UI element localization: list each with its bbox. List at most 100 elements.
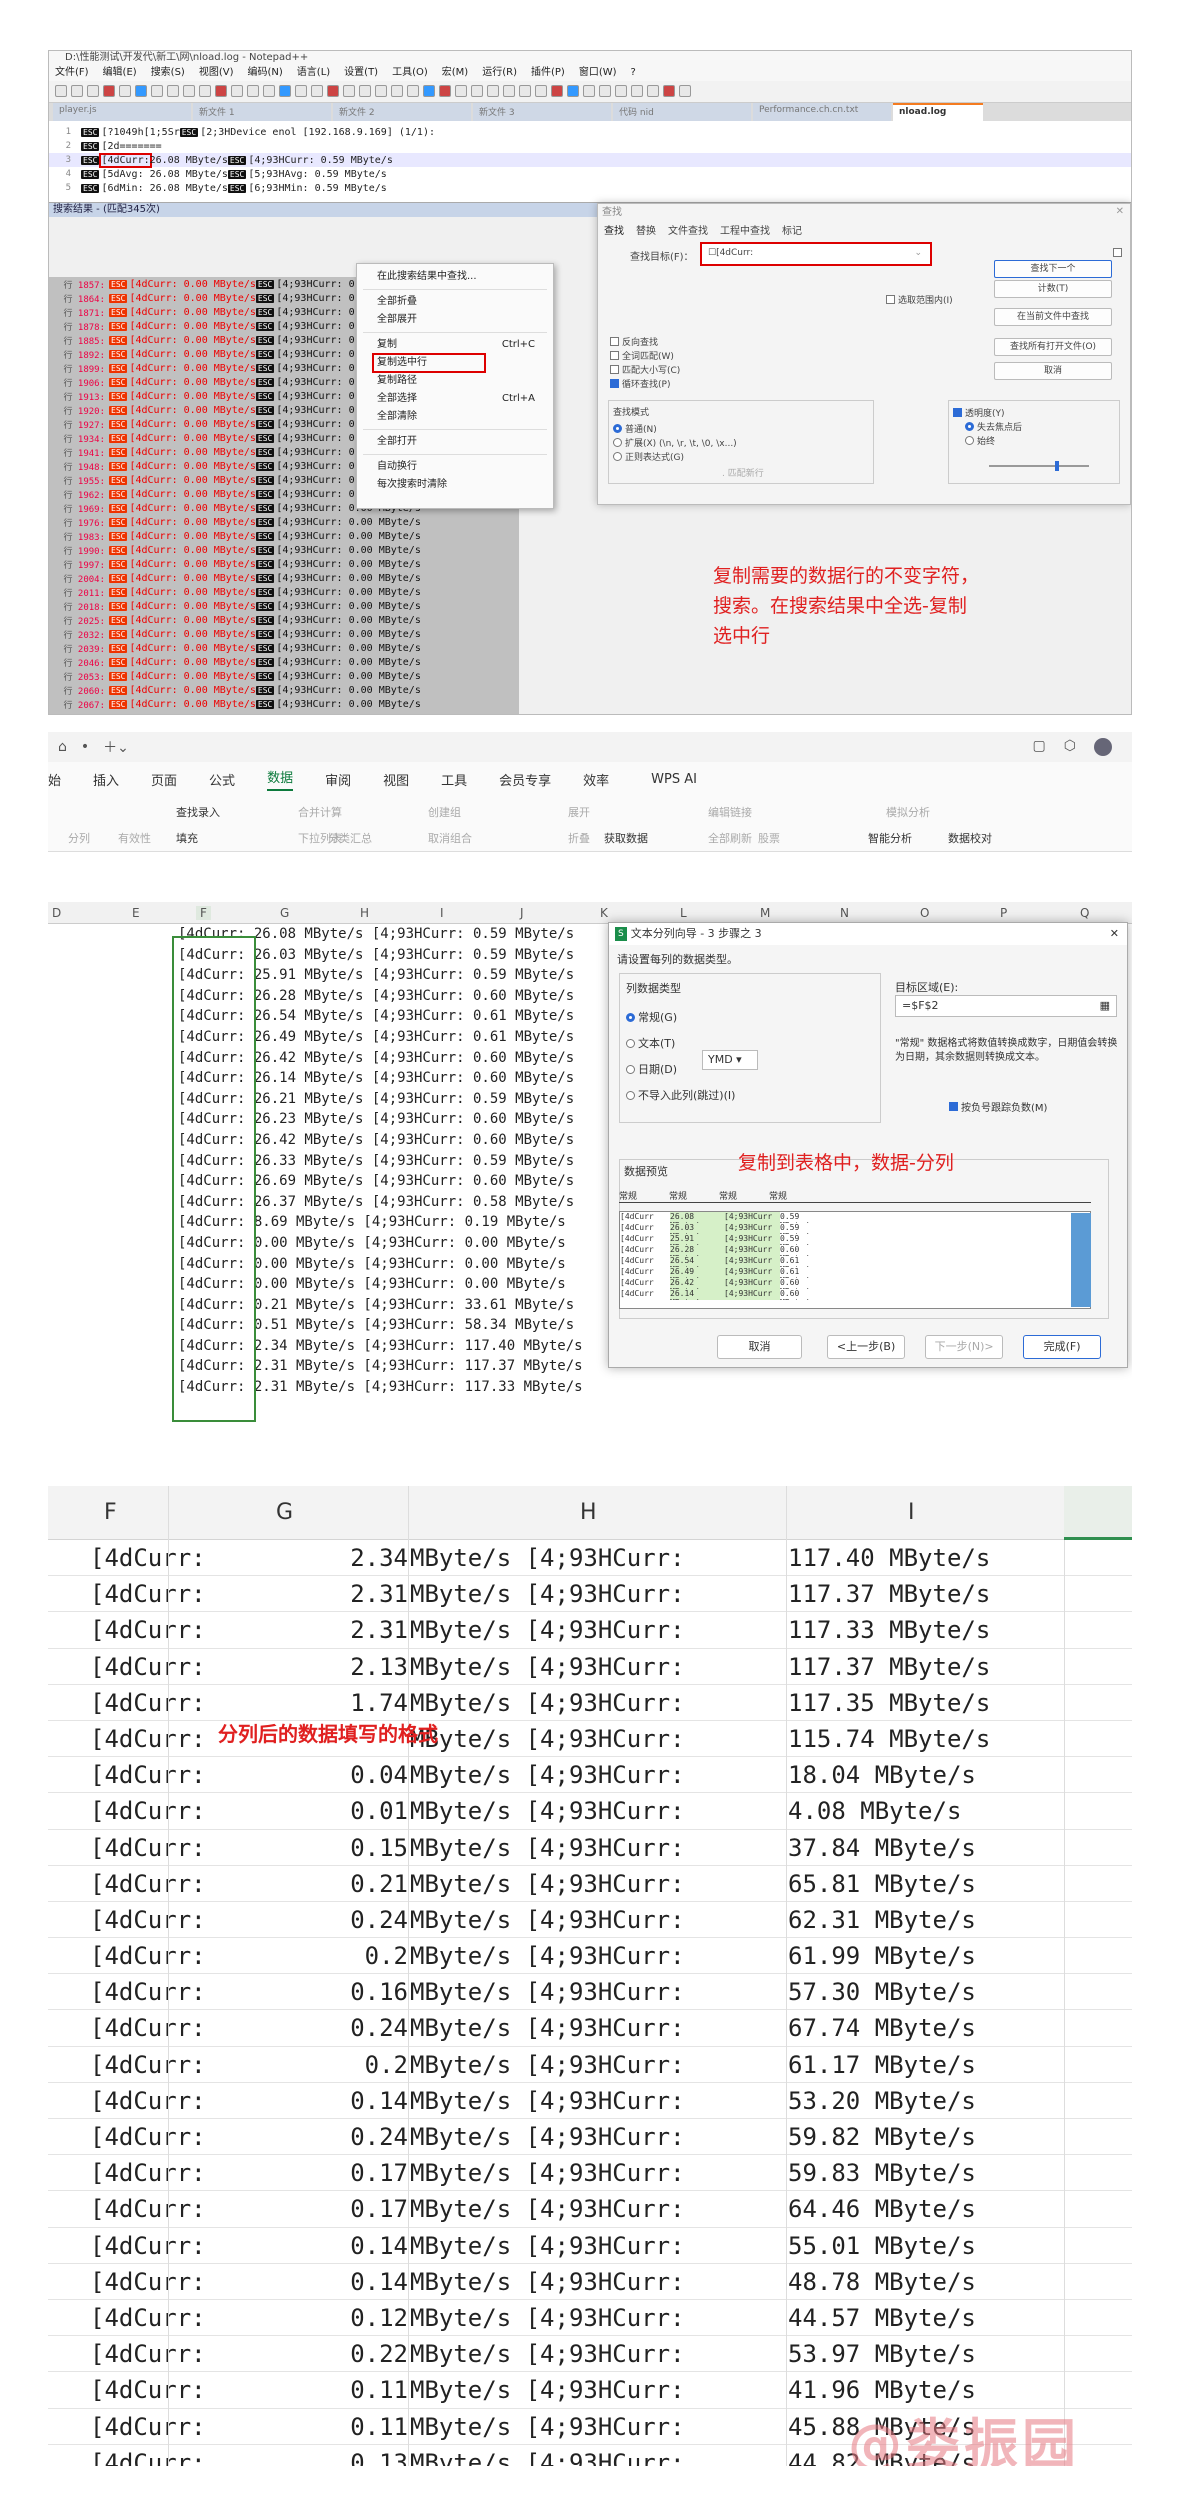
in-selection-option[interactable]: 选取范围内(I)	[886, 292, 953, 306]
toolbar-button-icon[interactable]	[119, 85, 131, 97]
find-dialog-button[interactable]: 查找所有打开文件(O)	[994, 338, 1112, 356]
result-row[interactable]: [4dCurr: 0.24 MByte/s [4;93HCurr: 67.74 MBy…	[48, 2010, 1132, 2047]
radio-button[interactable]	[613, 423, 622, 433]
search-result-row[interactable]: 行 2025: ESC [4dCurr: 0.00 MByte/s ESC [4;93H…	[49, 613, 519, 627]
radio-button[interactable]	[613, 437, 622, 447]
search-result-row[interactable]: 行 1983: ESC [4dCurr: 0.00 MByte/s ESC [4;93H…	[49, 529, 519, 543]
search-result-row[interactable]: 行 2039: ESC [4dCurr: 0.00 MByte/s ESC [4;93H…	[49, 641, 519, 655]
toolbar-button-icon[interactable]	[487, 85, 499, 97]
context-menu-item[interactable]: 全部清除	[357, 408, 553, 426]
toolbar-button-icon[interactable]	[263, 85, 275, 97]
column-header[interactable]: H	[356, 906, 373, 920]
toolbar-button-icon[interactable]	[631, 85, 643, 97]
toolbar-button-icon[interactable]	[151, 85, 163, 97]
sheet-row[interactable]: [4dCurr: 26.42 MByte/s [4;93HCurr: 0.60 …	[48, 1130, 608, 1151]
result-row[interactable]: [4dCurr: 0.24 MByte/s [4;93HCurr: 62.31 MBy…	[48, 1902, 1132, 1939]
dotall-option[interactable]: . 匹配新行	[722, 466, 764, 479]
column-header[interactable]: J	[516, 906, 528, 920]
menu-item[interactable]: 搜索(S)	[151, 65, 185, 81]
close-icon[interactable]: ✕	[1110, 923, 1119, 945]
context-menu-item[interactable]: 全部选择 Ctrl+A	[357, 390, 553, 408]
result-row[interactable]: [4dCurr: 0.14 MByte/s [4;93HCurr: 48.78 MBy…	[48, 2264, 1132, 2300]
toolbar-button-icon[interactable]	[391, 85, 403, 97]
find-input[interactable]: ☐[4dCurr: ⌄	[700, 242, 932, 266]
menu-item[interactable]: 窗口(W)	[579, 65, 617, 81]
sheet-row[interactable]: [4dCurr: 0.00 MByte/s [4;93HCurr: 0.00 M…	[48, 1274, 608, 1295]
checkbox[interactable]	[610, 350, 619, 360]
ribbon-tab[interactable]: 效率	[583, 770, 609, 789]
editor[interactable]: 1 ESC [?1049h [1;5Sr ESC [2;3HDevice enol [19…	[49, 121, 1131, 203]
chevron-down-icon[interactable]: ⌄	[914, 248, 922, 258]
find-option[interactable]: 全词匹配(W)	[610, 348, 680, 362]
transparency-slider[interactable]	[989, 461, 1089, 471]
selected-column-header[interactable]	[1064, 1486, 1132, 1540]
menu-item[interactable]: ?	[631, 65, 636, 81]
file-tab[interactable]: 新文件 1	[193, 103, 331, 121]
result-rows[interactable]: [4dCurr: 2.34 MByte/s [4;93HCurr: 117.40 MB…	[48, 1540, 1132, 2466]
result-row[interactable]: [4dCurr: 0.15 MByte/s [4;93HCurr: 37.84 MBy…	[48, 1830, 1132, 1866]
range-picker-icon[interactable]: ▦	[1100, 999, 1110, 1012]
search-result-row[interactable]: 行 1990: ESC [4dCurr: 0.00 MByte/s ESC [4;93H…	[49, 543, 519, 557]
editor-line[interactable]: 1 ESC [?1049h [1;5Sr ESC [2;3HDevice enol [19…	[49, 125, 1131, 139]
search-mode[interactable]: 正则表达式(G)	[613, 449, 869, 463]
radio-button[interactable]	[965, 421, 974, 431]
toolbar-button-icon[interactable]	[71, 85, 83, 97]
sheet-row[interactable]: [4dCurr: 25.91 MByte/s [4;93HCurr: 0.59 …	[48, 965, 608, 986]
editor-line[interactable]: 5 ESC [6dMin: 26.08 MByte/s ESC [6;93HMin: 0…	[49, 181, 1131, 195]
find-tab[interactable]: 标记	[782, 222, 802, 238]
sheet-row[interactable]: [4dCurr: 2.31 MByte/s [4;93HCurr: 117.33…	[48, 1377, 608, 1398]
result-row[interactable]: [4dCurr: 0.22 MByte/s [4;93HCurr: 53.97 MBy…	[48, 2336, 1132, 2373]
ribbon-tab[interactable]: 公式	[209, 770, 235, 789]
file-tab[interactable]: Performance.ch.cn.txt	[753, 103, 891, 121]
sheet-row[interactable]: [4dCurr: 0.00 MByte/s [4;93HCurr: 0.00 M…	[48, 1254, 608, 1275]
find-tab[interactable]: 替换	[636, 222, 656, 238]
window-icon[interactable]: ▢	[1033, 738, 1046, 756]
checkbox[interactable]	[610, 336, 619, 346]
menu-item[interactable]: 宏(M)	[442, 65, 468, 81]
sheet-row[interactable]: [4dCurr: 26.03 MByte/s [4;93HCurr: 0.59 …	[48, 945, 608, 966]
menu-item[interactable]: 设置(T)	[344, 65, 378, 81]
sheet-row[interactable]: [4dCurr: 0.21 MByte/s [4;93HCurr: 33.61 …	[48, 1295, 608, 1316]
column-header[interactable]: L	[676, 906, 691, 920]
negative-option[interactable]: 按负号跟踪负数(M)	[949, 1099, 1047, 1114]
column-header[interactable]: F	[104, 1500, 117, 1525]
context-menu-item[interactable]: 全部折叠	[357, 293, 553, 311]
cloud-icon[interactable]: ⌂	[58, 739, 67, 755]
column-header[interactable]: P	[996, 906, 1011, 920]
sheet-row[interactable]: [4dCurr: 26.28 MByte/s [4;93HCurr: 0.60 …	[48, 986, 608, 1007]
ribbon-tool[interactable]: 获取数据	[604, 830, 648, 846]
toolbar-button-icon[interactable]	[679, 85, 691, 97]
date-format-select[interactable]: YMD ▾	[702, 1050, 758, 1070]
column-header[interactable]: N	[836, 906, 853, 920]
result-row[interactable]: [4dCurr: 2.13 MByte/s [4;93HCurr: 117.37 MB…	[48, 1649, 1132, 1685]
find-tab[interactable]: 工程中查找	[720, 222, 770, 238]
result-row[interactable]: [4dCurr: 0.2 MByte/s [4;93HCurr: 61.99 MByt…	[48, 1938, 1132, 1975]
toolbar-button-icon[interactable]	[279, 85, 291, 97]
wps-ai-button[interactable]: WPS AI	[651, 772, 697, 787]
ribbon-tool[interactable]: 展开	[568, 804, 590, 820]
preview-table[interactable]: [4dCurr26.08 MByte/s[4;93HCurr0.59 MByte…	[619, 1211, 1091, 1309]
toolbar-button-icon[interactable]	[87, 85, 99, 97]
context-menu-item[interactable]: 自动换行	[357, 458, 553, 476]
ribbon-tool[interactable]: 填充	[176, 830, 198, 846]
checkbox[interactable]	[610, 378, 619, 388]
toolbar-button-icon[interactable]	[55, 85, 67, 97]
menu-item[interactable]: 语言(L)	[297, 65, 330, 81]
toolbar-button-icon[interactable]	[311, 85, 323, 97]
search-result-row[interactable]: 行 2060: ESC [4dCurr: 0.00 MByte/s ESC [4;93H…	[49, 683, 519, 697]
menu-item[interactable]: 运行(R)	[482, 65, 517, 81]
toolbar-button-icon[interactable]	[423, 85, 435, 97]
context-menu-item[interactable]: 全部展开	[357, 311, 553, 329]
file-tab[interactable]: nload.log	[893, 103, 983, 121]
result-row[interactable]: [4dCurr: 0.2 MByte/s [4;93HCurr: 61.17 MByt…	[48, 2047, 1132, 2083]
toolbar-button-icon[interactable]	[135, 85, 147, 97]
wizard-button[interactable]: 取消	[717, 1335, 802, 1359]
find-option[interactable]: 反向查找	[610, 334, 680, 348]
sheet-row[interactable]: [4dCurr: 8.69 MByte/s [4;93HCurr: 0.19 M…	[48, 1212, 608, 1233]
column-header[interactable]: G	[276, 906, 293, 920]
column-header[interactable]: I	[908, 1500, 915, 1525]
context-menu-item[interactable]: 每次搜索时清除	[357, 476, 553, 494]
result-row[interactable]: [4dCurr: 0.21 MByte/s [4;93HCurr: 65.81 MBy…	[48, 1866, 1132, 1902]
context-menu-item[interactable]: 复制 Ctrl+C	[357, 336, 553, 354]
target-input[interactable]: =$F$2 ▦	[895, 995, 1117, 1017]
